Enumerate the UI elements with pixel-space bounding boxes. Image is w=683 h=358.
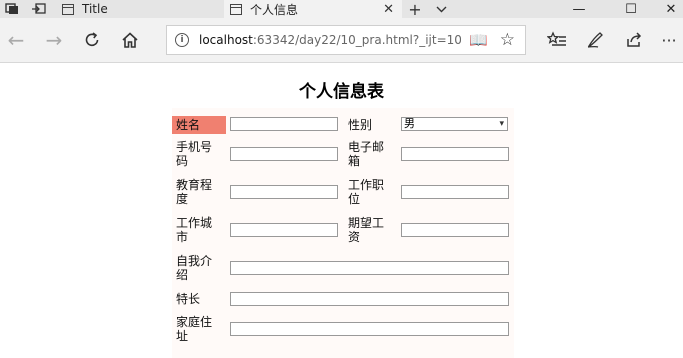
home-icon[interactable]: [116, 26, 144, 54]
gender-label: 性别: [348, 118, 373, 132]
page-icon: [230, 3, 242, 15]
set-aside-tabs-icon[interactable]: [26, 0, 52, 18]
gender-selected-value: 男: [404, 117, 415, 130]
pen-icon[interactable]: [581, 26, 609, 54]
name-input[interactable]: [230, 117, 338, 131]
tab-personal-info[interactable]: 个人信息 ✕: [224, 0, 402, 18]
refresh-icon[interactable]: [78, 26, 106, 54]
favorite-star-icon[interactable]: ☆: [500, 30, 515, 50]
education-input[interactable]: [230, 185, 338, 199]
gender-select[interactable]: 男 ▾: [401, 117, 508, 131]
chevron-down-icon: ▾: [499, 119, 504, 129]
share-icon[interactable]: [620, 26, 648, 54]
job-label: 工作职位: [348, 178, 385, 206]
tab-title[interactable]: Title: [56, 0, 224, 18]
address-bar[interactable]: i localhost:63342/day22/10_pra.html?_ijt…: [166, 25, 526, 55]
skill-label: 特长: [176, 292, 201, 306]
job-input[interactable]: [401, 185, 509, 199]
info-icon[interactable]: i: [175, 33, 189, 47]
chevron-down-icon[interactable]: [430, 0, 452, 18]
close-tab-icon[interactable]: ✕: [383, 2, 394, 17]
tab-actions-icon[interactable]: [0, 0, 24, 18]
new-tab-icon[interactable]: +: [404, 0, 426, 19]
city-input[interactable]: [230, 223, 338, 237]
url-text: localhost:63342/day22/10_pra.html?_ijt=1…: [199, 33, 461, 47]
tab-label: 个人信息: [250, 2, 299, 17]
back-icon[interactable]: ←: [2, 26, 30, 54]
name-label: 姓名: [172, 116, 226, 134]
page-title: 个人信息表: [299, 82, 384, 102]
email-label: 电子邮箱: [348, 140, 385, 168]
skill-input[interactable]: [230, 292, 509, 306]
address-label: 家庭住址: [176, 315, 213, 343]
city-label: 工作城市: [176, 216, 213, 244]
address-input[interactable]: [230, 322, 509, 336]
email-input[interactable]: [401, 147, 509, 161]
phone-input[interactable]: [230, 147, 338, 161]
tab-label: Title: [82, 2, 108, 16]
close-window-icon[interactable]: ✕: [648, 0, 683, 18]
education-label: 教育程度: [176, 178, 213, 206]
more-icon[interactable]: ···: [655, 26, 683, 54]
intro-label: 自我介绍: [176, 254, 213, 282]
page-icon: [62, 3, 74, 15]
salary-label: 期望工资: [348, 216, 385, 244]
reading-view-icon[interactable]: 📖: [469, 31, 488, 49]
intro-input[interactable]: [230, 261, 509, 275]
navigation-bar: ← → i localhost:63342/day22/10_pra.html?…: [0, 18, 683, 63]
forward-icon[interactable]: →: [40, 26, 68, 54]
tab-strip: Title 个人信息 ✕ + — ☐ ✕: [0, 0, 683, 19]
salary-input[interactable]: [401, 223, 509, 237]
phone-label: 手机号码: [176, 140, 213, 168]
favorites-list-icon[interactable]: [543, 26, 571, 54]
minimize-icon[interactable]: —: [556, 0, 602, 18]
